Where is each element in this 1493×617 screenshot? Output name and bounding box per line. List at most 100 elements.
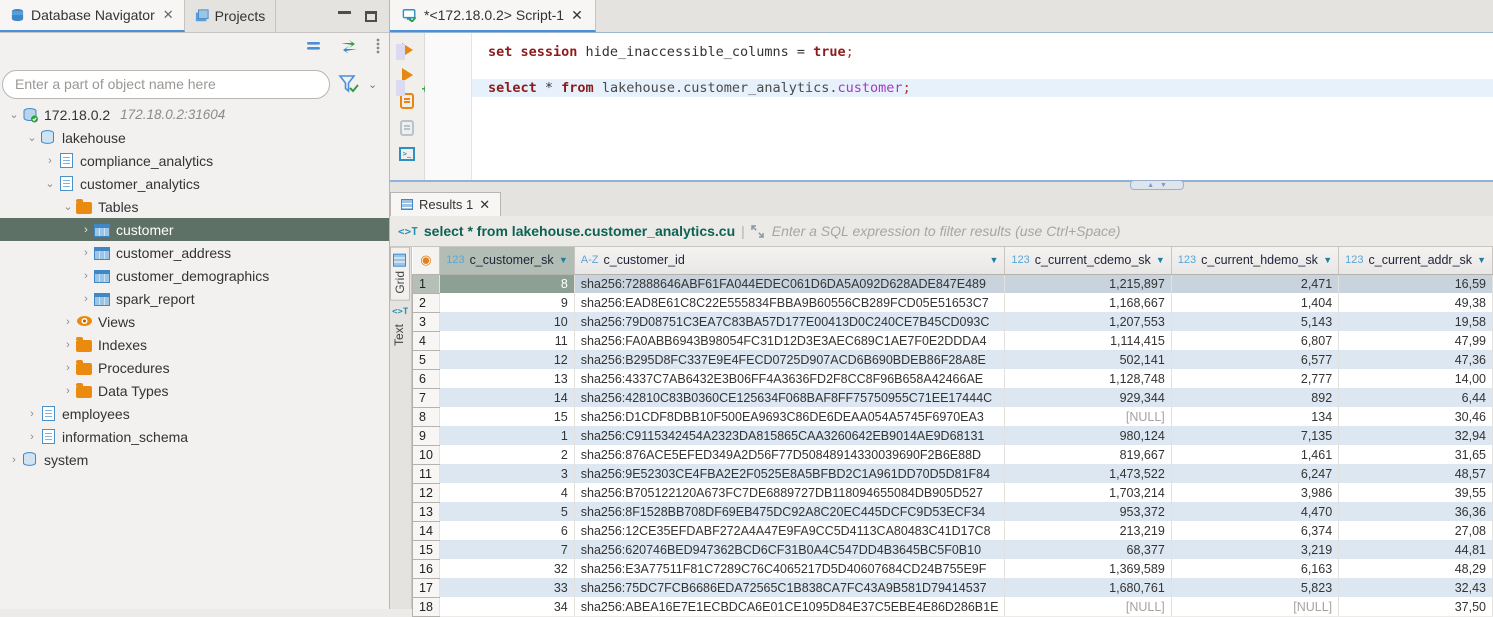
table-row[interactable]: 113sha256:9E52303CE4FBA2E2F0525E8A5BFBD2… (413, 464, 1493, 483)
cell-c_current_cdemo_sk[interactable]: 1,207,553 (1005, 312, 1171, 331)
table-row[interactable]: 714sha256:42810C83B0360CE125634F068BAF8F… (413, 388, 1493, 407)
sort-dropdown-icon[interactable]: ▼ (1156, 255, 1165, 265)
cell-c_current_hdemo_sk[interactable]: 6,577 (1171, 350, 1338, 369)
cell-c_current_cdemo_sk[interactable]: 1,168,667 (1005, 293, 1171, 312)
tab-sql-script[interactable]: *<172.18.0.2> Script-1 ✕ (390, 0, 596, 32)
cell-c_current_addr_sk[interactable]: 49,38 (1339, 293, 1493, 312)
cell-c_current_addr_sk[interactable]: 32,94 (1339, 426, 1493, 445)
table-row[interactable]: 29sha256:EAD8E61C8C22E555834FBBA9B60556C… (413, 293, 1493, 312)
cell-c_customer_sk[interactable]: 6 (440, 521, 575, 540)
chevron-collapsed-icon[interactable]: › (60, 385, 76, 397)
cell-c_current_cdemo_sk[interactable]: 1,215,897 (1005, 274, 1171, 293)
chevron-expanded-icon[interactable]: ⌄ (42, 177, 58, 190)
sort-dropdown-icon[interactable]: ▼ (1477, 255, 1486, 265)
column-header-c_customer_sk[interactable]: 123c_customer_sk▼ (440, 247, 575, 274)
cell-c_customer_sk[interactable]: 15 (440, 407, 575, 426)
chevron-expanded-icon[interactable]: ⌄ (60, 200, 76, 213)
cell-c_customer_id[interactable]: sha256:75DC7FCB6686EDA72565C1B838CA7FC43… (574, 578, 1005, 597)
row-header[interactable]: 6 (413, 369, 440, 388)
cell-c_current_addr_sk[interactable]: 37,50 (1339, 597, 1493, 616)
cell-c_current_cdemo_sk[interactable]: 1,473,522 (1005, 464, 1171, 483)
grid-corner-cell[interactable]: ◉ (413, 247, 440, 274)
column-header-c_current_hdemo_sk[interactable]: 123c_current_hdemo_sk▼ (1171, 247, 1338, 274)
cell-c_current_cdemo_sk[interactable]: 1,114,415 (1005, 331, 1171, 350)
tree-item-system[interactable]: ›system (0, 448, 389, 471)
side-tab-grid[interactable]: Grid (390, 247, 410, 301)
cell-c_customer_sk[interactable]: 33 (440, 578, 575, 597)
row-header[interactable]: 18 (413, 597, 440, 616)
column-header-c_current_cdemo_sk[interactable]: 123c_current_cdemo_sk▼ (1005, 247, 1171, 274)
chevron-down-icon[interactable]: ⌄ (368, 78, 377, 91)
result-table[interactable]: ◉123c_customer_sk▼A-Zc_customer_id▼123c_… (412, 247, 1493, 617)
cell-c_customer_id[interactable]: sha256:FA0ABB6943B98054FC31D12D3E3AEC689… (574, 331, 1005, 350)
tree-item-lakehouse[interactable]: ⌄lakehouse (0, 126, 389, 149)
rownum-toggle-icon[interactable]: ◉ (420, 252, 431, 267)
cell-c_customer_id[interactable]: sha256:B295D8FC337E9E4FECD0725D907ACD6B6… (574, 350, 1005, 369)
cell-c_current_cdemo_sk[interactable]: [NULL] (1005, 597, 1171, 616)
cell-c_current_hdemo_sk[interactable]: 7,135 (1171, 426, 1338, 445)
cell-c_customer_sk[interactable]: 5 (440, 502, 575, 521)
tab-results-1[interactable]: Results 1 ✕ (390, 192, 501, 216)
cell-c_current_cdemo_sk[interactable]: 1,680,761 (1005, 578, 1171, 597)
cell-c_customer_sk[interactable]: 9 (440, 293, 575, 312)
cell-c_customer_id[interactable]: sha256:9E52303CE4FBA2E2F0525E8A5BFBD2C1A… (574, 464, 1005, 483)
cell-c_customer_sk[interactable]: 10 (440, 312, 575, 331)
table-row[interactable]: 146sha256:12CE35EFDABF272A4A47E9FA9CC5D4… (413, 521, 1493, 540)
cell-c_customer_id[interactable]: sha256:620746BED947362BCD6CF31B0A4C547DD… (574, 540, 1005, 559)
table-row[interactable]: 613sha256:4337C7AB6432E3B06FF4A3636FD2F8… (413, 369, 1493, 388)
cell-c_current_addr_sk[interactable]: 31,65 (1339, 445, 1493, 464)
funnel-icon[interactable] (338, 74, 360, 94)
cell-c_current_addr_sk[interactable]: 32,43 (1339, 578, 1493, 597)
cell-c_current_hdemo_sk[interactable]: 3,986 (1171, 483, 1338, 502)
view-menu-icon[interactable] (375, 38, 381, 54)
cell-c_current_cdemo_sk[interactable]: 1,369,589 (1005, 559, 1171, 578)
cell-c_customer_sk[interactable]: 11 (440, 331, 575, 350)
chevron-collapsed-icon[interactable]: › (78, 247, 94, 259)
cell-c_current_addr_sk[interactable]: 47,99 (1339, 331, 1493, 350)
cell-c_current_hdemo_sk[interactable]: 6,807 (1171, 331, 1338, 350)
column-header-c_customer_id[interactable]: A-Zc_customer_id▼ (574, 247, 1005, 274)
cell-c_current_addr_sk[interactable]: 48,57 (1339, 464, 1493, 483)
chevron-expanded-icon[interactable]: ⌄ (6, 108, 22, 121)
tab-database-navigator[interactable]: Database Navigator ✕ (0, 0, 185, 32)
tree-item-compliance-analytics[interactable]: ›compliance_analytics (0, 149, 389, 172)
cell-c_customer_id[interactable]: sha256:12CE35EFDABF272A4A47E9FA9CC5D4113… (574, 521, 1005, 540)
row-header[interactable]: 3 (413, 312, 440, 331)
cell-c_customer_id[interactable]: sha256:79D08751C3EA7C83BA57D177E00413D0C… (574, 312, 1005, 331)
explain-plan-icon[interactable] (400, 120, 414, 136)
table-row[interactable]: 310sha256:79D08751C3EA7C83BA57D177E00413… (413, 312, 1493, 331)
cell-c_customer_id[interactable]: sha256:876ACE5EFED349A2D56F77D5084891433… (574, 445, 1005, 464)
splitter-grip[interactable]: ▲ ▼ (1130, 180, 1184, 190)
cell-c_customer_sk[interactable]: 3 (440, 464, 575, 483)
row-header[interactable]: 11 (413, 464, 440, 483)
row-header[interactable]: 7 (413, 388, 440, 407)
editor-results-splitter[interactable]: ▲ ▼ (390, 180, 1493, 192)
cell-c_current_cdemo_sk[interactable]: 929,344 (1005, 388, 1171, 407)
row-header[interactable]: 14 (413, 521, 440, 540)
row-header[interactable]: 5 (413, 350, 440, 369)
collapse-up-icon[interactable]: ▲ (1147, 182, 1154, 189)
table-row[interactable]: 1834sha256:ABEA16E7E1ECBDCA6E01CE1095D84… (413, 597, 1493, 616)
cell-c_customer_id[interactable]: sha256:4337C7AB6432E3B06FF4A3636FD2F8CC8… (574, 369, 1005, 388)
tab-projects[interactable]: Projects (185, 0, 277, 32)
cell-c_current_addr_sk[interactable]: 44,81 (1339, 540, 1493, 559)
chevron-expanded-icon[interactable]: ⌄ (24, 131, 40, 144)
cell-c_current_addr_sk[interactable]: 39,55 (1339, 483, 1493, 502)
tree-item-customer-demographics[interactable]: ›customer_demographics (0, 264, 389, 287)
close-icon[interactable]: ✕ (163, 7, 174, 23)
row-header[interactable]: 1 (413, 274, 440, 293)
cell-c_customer_id[interactable]: sha256:EAD8E61C8C22E555834FBBA9B60556CB2… (574, 293, 1005, 312)
cell-c_current_addr_sk[interactable]: 36,36 (1339, 502, 1493, 521)
cell-c_customer_sk[interactable]: 1 (440, 426, 575, 445)
table-row[interactable]: 1632sha256:E3A77511F81C7289C76C4065217D5… (413, 559, 1493, 578)
cell-c_customer_id[interactable]: sha256:8F1528BB708DF69EB475DC92A8C20EC44… (574, 502, 1005, 521)
table-row[interactable]: 18sha256:72888646ABF61FA044EDEC061D6DA5A… (413, 274, 1493, 293)
cell-c_customer_sk[interactable]: 7 (440, 540, 575, 559)
cell-c_current_hdemo_sk[interactable]: 1,461 (1171, 445, 1338, 464)
cell-c_current_hdemo_sk[interactable]: 2,471 (1171, 274, 1338, 293)
cell-c_customer_sk[interactable]: 4 (440, 483, 575, 502)
cell-c_customer_id[interactable]: sha256:72888646ABF61FA044EDEC061D6DA5A09… (574, 274, 1005, 293)
table-row[interactable]: 124sha256:B705122120A673FC7DE6889727DB11… (413, 483, 1493, 502)
code-line[interactable] (472, 61, 1493, 79)
cell-c_current_hdemo_sk[interactable]: 1,404 (1171, 293, 1338, 312)
